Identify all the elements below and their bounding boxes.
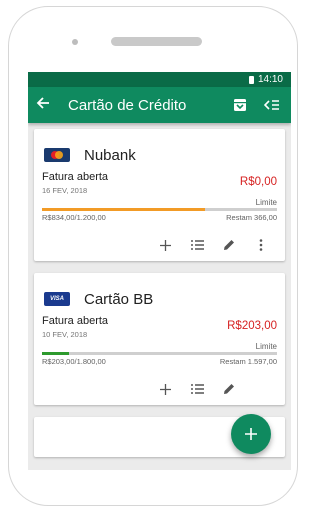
limit-progress-bar [42, 352, 277, 355]
list-icon [190, 384, 204, 394]
battery-icon [248, 75, 254, 84]
camera [72, 39, 78, 45]
screen: 14:10 Cartão de Crédito Nubank Fatura ab… [28, 72, 291, 470]
archive-icon[interactable] [229, 98, 251, 112]
back-arrow-icon[interactable] [36, 96, 58, 114]
plus-icon [159, 239, 171, 251]
pencil-icon [224, 384, 234, 394]
limit-progress-fill [42, 208, 206, 211]
credit-card-item[interactable]: Nubank Fatura aberta R$0,00 16 FEV, 2018… [34, 129, 285, 261]
card-name: Nubank [84, 146, 136, 164]
limit-label: Limite [255, 198, 277, 207]
status-time: 14:10 [257, 74, 283, 85]
list-icon [190, 240, 204, 250]
edit-card-button[interactable] [213, 236, 245, 254]
credit-card-item[interactable]: VISA Cartão BB Fatura aberta R$203,00 10… [34, 273, 285, 405]
card-actions [34, 380, 285, 398]
page-title: Cartão de Crédito [68, 96, 187, 114]
add-card-fab[interactable] [231, 414, 271, 454]
more-vert-icon [259, 239, 263, 251]
limit-remaining: Restam 366,00 [226, 213, 277, 222]
limit-progress-bar [42, 208, 277, 211]
limit-progress-fill [42, 352, 69, 355]
limit-label: Limite [255, 342, 277, 351]
list-invoices-button[interactable] [181, 380, 213, 398]
plus-icon [245, 428, 257, 440]
card-actions [34, 236, 285, 254]
sort-icon[interactable] [261, 99, 283, 111]
pencil-icon [224, 240, 234, 250]
more-options-button[interactable] [245, 236, 277, 254]
invoice-amount: R$0,00 [239, 176, 277, 188]
limit-usage: R$203,00/1.800,00 [42, 357, 106, 366]
status-bar: 14:10 [28, 72, 291, 87]
list-invoices-button[interactable] [181, 236, 213, 254]
card-name: Cartão BB [84, 290, 154, 308]
app-toolbar: Cartão de Crédito [28, 87, 291, 123]
mastercard-icon [44, 148, 70, 162]
limit-usage: R$834,00/1.200,00 [42, 213, 106, 222]
plus-icon [159, 383, 171, 395]
limit-remaining: Restam 1.597,00 [219, 357, 277, 366]
add-expense-button[interactable] [149, 380, 181, 398]
edit-card-button[interactable] [213, 380, 245, 398]
invoice-amount: R$203,00 [227, 320, 277, 332]
visa-icon: VISA [44, 292, 70, 306]
speaker [111, 37, 202, 46]
more-options-button[interactable] [245, 380, 277, 398]
add-expense-button[interactable] [149, 236, 181, 254]
card-list: Nubank Fatura aberta R$0,00 16 FEV, 2018… [28, 123, 291, 457]
